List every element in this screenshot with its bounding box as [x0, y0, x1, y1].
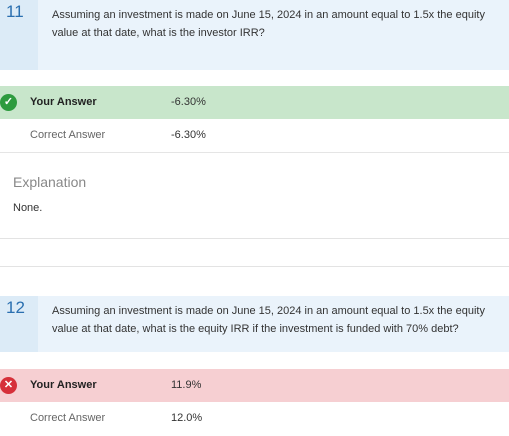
explanation-title: Explanation [13, 174, 87, 190]
your-answer-label: Your Answer [30, 379, 97, 391]
correct-answer-row: Correct Answer -6.30% [0, 119, 509, 153]
divider [0, 266, 509, 267]
your-answer-value: -6.30% [171, 96, 206, 108]
question-text: Assuming an investment is made on June 1… [52, 305, 485, 335]
correct-answer-row: Correct Answer 12.0% [0, 402, 509, 436]
your-answer-label: Your Answer [30, 96, 97, 108]
correct-answer-value: -6.30% [171, 129, 206, 141]
question-12-header: 12 Assuming an investment is made on Jun… [0, 296, 509, 352]
x-circle-icon: ✕ [0, 377, 17, 394]
correct-answer-value: 12.0% [171, 412, 203, 424]
question-11-header: 11 Assuming an investment is made on Jun… [0, 0, 509, 70]
your-answer-row: ✓ Your Answer -6.30% [0, 86, 509, 120]
question-number: 12 [0, 296, 38, 352]
question-number: 11 [0, 0, 38, 70]
your-answer-row: ✕ Your Answer 11.9% [0, 369, 509, 403]
question-text: Assuming an investment is made on June 1… [52, 9, 485, 39]
your-answer-value: 11.9% [171, 379, 202, 391]
check-circle-icon: ✓ [0, 94, 17, 111]
correct-answer-label: Correct Answer [30, 129, 106, 141]
explanation-body: None. [13, 202, 43, 214]
correct-answer-label: Correct Answer [30, 412, 106, 424]
divider [0, 238, 509, 239]
